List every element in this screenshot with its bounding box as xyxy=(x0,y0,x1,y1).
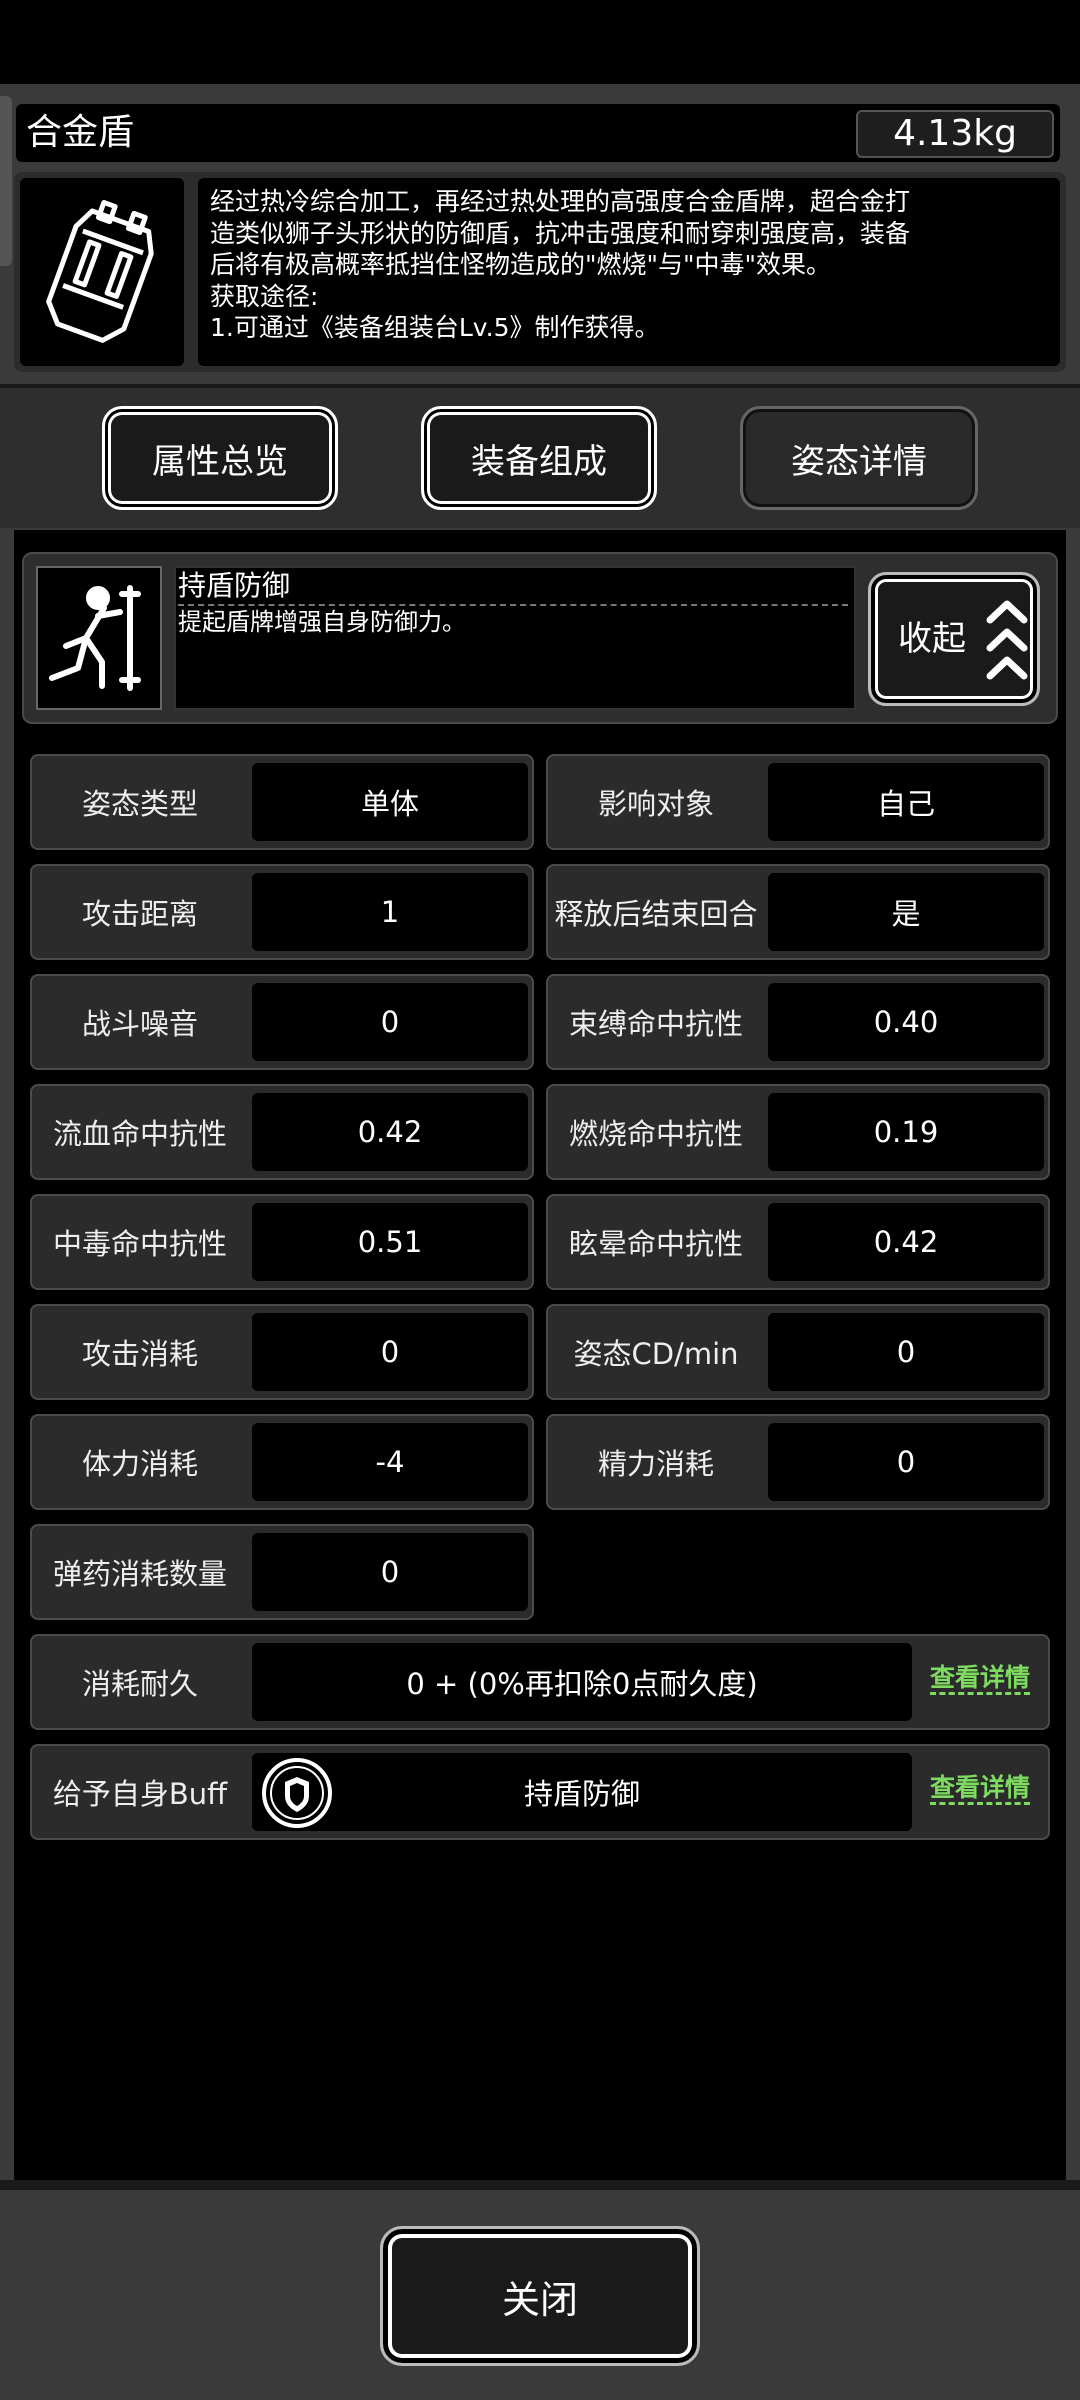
stat-value: 0.40 xyxy=(768,983,1044,1061)
buff-details-link[interactable]: 查看详情 xyxy=(930,1773,1031,1805)
durability-value: 0 + (0%再扣除0点耐久度) xyxy=(252,1643,912,1721)
stat-label: 眩晕命中抗性 xyxy=(568,1227,743,1261)
stance-icon-frame xyxy=(36,566,162,710)
stat-label: 姿态类型 xyxy=(81,787,198,821)
tab-equipment-composition[interactable]: 装备组成 xyxy=(421,406,657,510)
stat-value: 0 xyxy=(768,1313,1044,1391)
stance-name: 持盾防御 xyxy=(178,569,291,602)
stat-label: 流血命中抗性 xyxy=(52,1117,227,1151)
description-line: 1.可通过《装备组装台Lv.5》制作获得。 xyxy=(210,313,660,342)
frame-side-tab xyxy=(0,96,12,266)
item-name: 合金盾 xyxy=(26,112,135,153)
stat-value: 1 xyxy=(252,873,528,951)
stat-label: 束缚命中抗性 xyxy=(568,1007,743,1041)
buff-label: 给予自身Buff xyxy=(52,1777,228,1811)
description-line: 获取途径: xyxy=(210,281,319,311)
stat-label: 攻击消耗 xyxy=(81,1337,198,1371)
durability-details-link[interactable]: 查看详情 xyxy=(930,1663,1031,1695)
stance-description: 提起盾牌增强自身防御力。 xyxy=(178,608,466,636)
stat-label: 燃烧命中抗性 xyxy=(568,1117,743,1151)
stat-value: 0.51 xyxy=(252,1203,528,1281)
stat-label: 弹药消耗数量 xyxy=(52,1557,227,1591)
stat-label: 攻击距离 xyxy=(81,897,198,931)
link-text: 查看详情 xyxy=(930,1663,1031,1695)
stat-label: 体力消耗 xyxy=(81,1447,198,1481)
stat-value: 0.42 xyxy=(768,1203,1044,1281)
tab-attribute-overview[interactable]: 属性总览 xyxy=(102,406,338,510)
tab-stance-details[interactable]: 姿态详情 xyxy=(740,406,978,510)
description-line: 后将有极高概率抵挡住怪物造成的"燃烧"与"中毒"效果。 xyxy=(210,250,831,279)
item-description: 经过热冷综合加工，再经过热处理的高强度合金盾牌，超合金打 造类似狮子头形状的防御… xyxy=(198,178,1060,366)
shield-stance-icon xyxy=(49,585,141,691)
chevrons-up-icon xyxy=(986,600,1028,680)
stat-value: 0 xyxy=(252,1533,528,1611)
stat-label: 释放后结束回合 xyxy=(554,897,758,931)
tab-label: 属性总览 xyxy=(152,441,288,482)
stat-value: -4 xyxy=(252,1423,528,1501)
stat-label: 战斗噪音 xyxy=(81,1007,198,1041)
buff-shield-icon[interactable] xyxy=(260,1756,334,1830)
tab-label: 装备组成 xyxy=(471,441,607,482)
close-label: 关闭 xyxy=(501,2277,578,2322)
description-line: 造类似狮子头形状的防御盾，抗冲击强度和耐穿刺强度高，装备 xyxy=(210,218,911,248)
item-weight: 4.13kg xyxy=(856,110,1054,158)
stat-value: 0 xyxy=(252,1313,528,1391)
stat-label: 中毒命中抗性 xyxy=(52,1227,227,1261)
stat-label: 影响对象 xyxy=(597,787,714,821)
close-button[interactable]: 关闭 xyxy=(380,2226,700,2366)
stat-value: 0.42 xyxy=(252,1093,528,1171)
collapse-label: 收起 xyxy=(898,619,966,659)
item-icon-frame xyxy=(20,178,184,366)
durability-label: 消耗耐久 xyxy=(81,1667,198,1701)
stat-value: 单体 xyxy=(252,763,528,841)
bottom-separator xyxy=(0,2180,1080,2190)
stat-label: 精力消耗 xyxy=(597,1447,714,1481)
shield-item-icon xyxy=(46,199,154,343)
buff-name: 持盾防御 xyxy=(523,1777,640,1811)
stat-value: 自己 xyxy=(768,763,1044,841)
link-text: 查看详情 xyxy=(930,1773,1031,1805)
stat-label: 姿态CD/min xyxy=(573,1337,739,1371)
stat-value: 0.19 xyxy=(768,1093,1044,1171)
stat-value: 0 xyxy=(252,983,528,1061)
stat-value: 0 xyxy=(768,1423,1044,1501)
description-line: 经过热冷综合加工，再经过热处理的高强度合金盾牌，超合金打 xyxy=(210,187,911,216)
stat-value: 是 xyxy=(768,873,1044,951)
buff-value-box: 持盾防御 xyxy=(252,1753,912,1831)
tab-label: 姿态详情 xyxy=(791,441,927,482)
